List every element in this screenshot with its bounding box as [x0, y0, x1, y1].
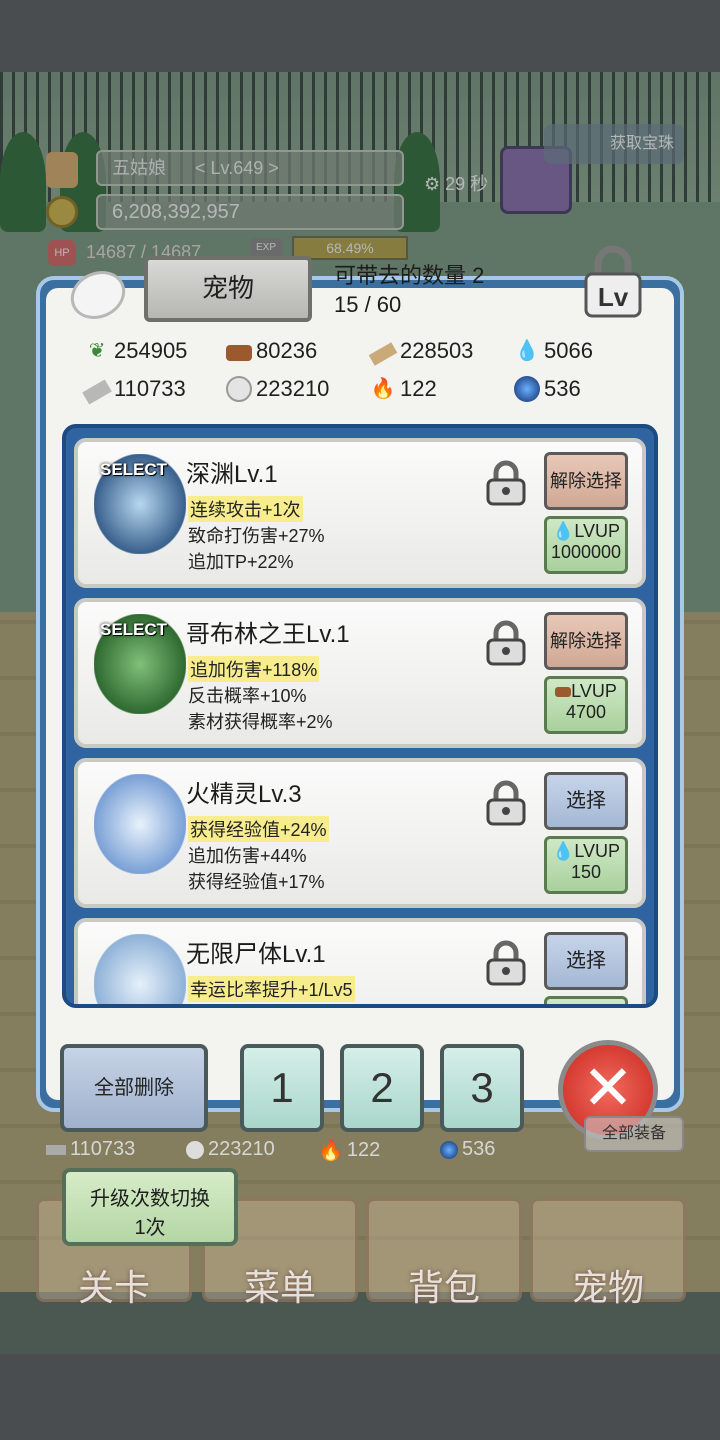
pet-card[interactable]: SELECT 深渊Lv.1 连续攻击+1次 致命打伤害+27% 追加TP+22%… [74, 438, 646, 588]
pet-card[interactable]: 火精灵Lv.3 获得经验值+24% 追加伤害+44% 获得经验值+17% 选择 … [74, 758, 646, 908]
stone-icon [186, 1140, 204, 1159]
dark-orb-icon [440, 1140, 458, 1159]
bg-resource-flame: 🔥 122 [318, 1138, 380, 1163]
lvup-button[interactable]: LVUP 4700 [544, 676, 628, 734]
resource-water-drop: 💧 5066 [514, 338, 593, 364]
lvup-label: LVUP [574, 841, 621, 861]
bg-resource-stone: 223210 [186, 1138, 275, 1161]
carry-label: 可带去的数量 2 [334, 263, 485, 288]
slot-1-button[interactable]: 1 [240, 1044, 324, 1132]
nav-pet[interactable]: 宠物 [530, 1198, 686, 1308]
carry-count: 15 / 60 [334, 292, 402, 317]
bg-resource-value: 223210 [208, 1138, 275, 1160]
pet-stat-3: 获得经验值+17% [188, 872, 325, 892]
blue-flame-icon: 🔥 [370, 378, 396, 400]
resource-value: 110733 [114, 376, 186, 401]
equip-all-button[interactable]: 全部装备 [584, 1116, 684, 1152]
water-drop-icon: 💧 [551, 841, 575, 861]
pet-name: 深渊Lv.1 [186, 461, 278, 488]
resource-value: 122 [400, 376, 437, 401]
pet-name: 无限尸体Lv.1 [186, 941, 326, 968]
pet-name: 火精灵Lv.3 [186, 781, 302, 808]
resource-value: 228503 [400, 338, 474, 363]
deselect-button[interactable]: 解除选择 [544, 612, 628, 670]
bg-resource-value: 536 [462, 1138, 496, 1160]
pet-stat-2: 反击概率+10% [188, 686, 307, 706]
pet-stat-1: 追加伤害+118% [188, 656, 320, 682]
upgrade-toggle-value: 1次 [134, 1217, 166, 1239]
dark-orb-icon [514, 376, 540, 402]
pet-infinite-corpse-sprite [94, 934, 186, 1004]
pet-stat-3: 素材获得概率+2% [188, 712, 333, 732]
pet-card[interactable]: SELECT 哥布林之王Lv.1 追加伤害+118% 反击概率+10% 素材获得… [74, 598, 646, 748]
lock-icon[interactable] [483, 940, 529, 986]
delete-all-button[interactable]: 全部删除 [60, 1044, 208, 1132]
wood-log-icon [555, 687, 572, 697]
lvup-cost: 1000000 [550, 542, 622, 562]
blue-flame-icon: 🔥 [318, 1140, 343, 1162]
resource-dark-orb: 536 [514, 376, 581, 402]
leaf-icon: ❦ [88, 340, 106, 362]
pet-stat-1: 连续攻击+1次 [188, 496, 303, 522]
pet-stat-2: 致命打伤害+27% [188, 526, 325, 546]
nav-bag[interactable]: 背包 [366, 1198, 522, 1308]
upgrade-count-toggle[interactable]: 升级次数切换 1次 [62, 1168, 238, 1246]
panel-title: 宠物 [144, 256, 312, 322]
select-tag: SELECT [100, 620, 168, 639]
select-button[interactable]: 选择 [544, 772, 628, 830]
wood-plank-icon [368, 342, 398, 366]
water-drop-icon: 💧 [514, 340, 540, 362]
resource-wood-plank: 228503 [368, 338, 474, 366]
resource-stone: 223210 [226, 376, 329, 402]
pet-stat-3: 追加TP+22% [188, 552, 294, 572]
resource-value: 5066 [544, 338, 593, 363]
resource-value: 223210 [256, 376, 330, 401]
resource-blue-flame: 🔥 122 [370, 376, 437, 402]
water-drop-icon: 💧 [551, 521, 575, 541]
deselect-button[interactable]: 解除选择 [544, 452, 628, 510]
pet-fire-spirit-sprite [94, 774, 186, 874]
slot-2-button[interactable]: 2 [340, 1044, 424, 1132]
lvup-button[interactable]: 💧LVUP 150 [544, 836, 628, 894]
iron-bar-icon [46, 1144, 66, 1155]
select-button[interactable]: 选择 [544, 932, 628, 990]
lvup-button[interactable] [544, 996, 628, 1004]
lvup-label: LVUP [571, 681, 617, 701]
wood-log-icon [226, 345, 252, 361]
iron-bar-icon [82, 379, 112, 405]
select-tag: SELECT [100, 460, 168, 479]
lvup-button[interactable]: 💧LVUP 1000000 [544, 516, 628, 574]
stone-icon [226, 376, 252, 402]
pet-stat-2: 追加伤害+44% [188, 846, 307, 866]
resource-value: 80236 [256, 338, 318, 363]
resource-wood-log: 80236 [226, 338, 317, 364]
bg-resource-iron: 110733 [46, 1138, 135, 1161]
lock-icon[interactable] [483, 460, 529, 506]
slot-3-button[interactable]: 3 [440, 1044, 524, 1132]
lvup-label: LVUP [574, 521, 621, 541]
resource-value: 536 [544, 376, 581, 401]
level-lock-button[interactable]: Lv [580, 244, 646, 320]
pet-stat-1: 获得经验值+24% [188, 816, 329, 842]
pet-name: 哥布林之王Lv.1 [186, 621, 350, 648]
lvup-cost: 4700 [565, 702, 607, 722]
bg-resource-value: 110733 [70, 1138, 136, 1160]
resource-leaf: ❦ 254905 [84, 338, 188, 364]
pet-stat-1: 幸运比率提升+1/Lv5 [188, 976, 355, 1002]
lock-icon[interactable] [483, 620, 529, 666]
lvup-cost: 150 [570, 862, 602, 882]
svg-text:Lv: Lv [598, 282, 629, 312]
pet-card[interactable]: 无限尸体Lv.1 幸运比率提升+1/Lv5 选择 [74, 918, 646, 1004]
lock-icon[interactable] [483, 780, 529, 826]
bg-resource-orb: 536 [440, 1138, 495, 1161]
resource-value: 254905 [114, 338, 188, 363]
pet-list[interactable]: SELECT 深渊Lv.1 连续攻击+1次 致命打伤害+27% 追加TP+22%… [62, 424, 658, 1008]
resource-iron: 110733 [82, 376, 186, 405]
close-icon: ✕ [582, 1054, 634, 1123]
bg-resource-value: 122 [346, 1139, 381, 1161]
upgrade-toggle-label: 升级次数切换 [90, 1188, 210, 1210]
